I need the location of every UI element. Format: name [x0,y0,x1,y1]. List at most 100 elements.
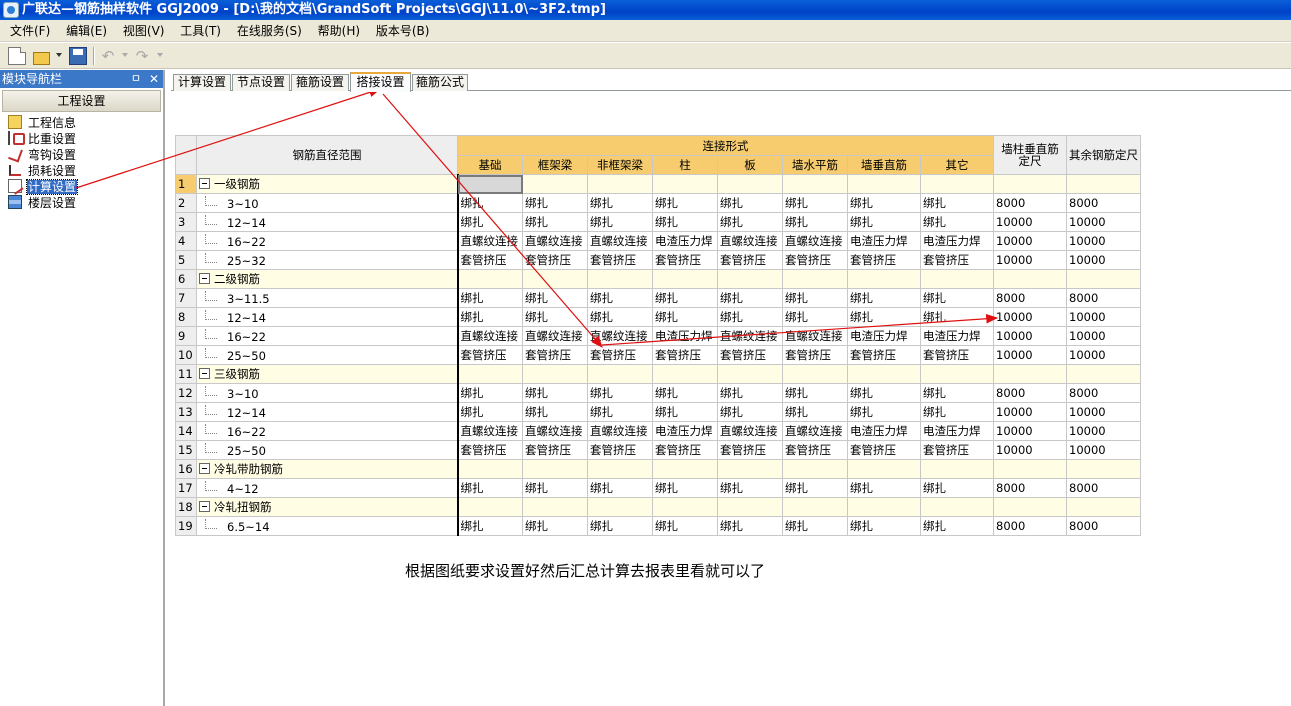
length-cell[interactable]: 10000 [1066,402,1141,422]
connection-cell[interactable]: 绑扎 [717,212,783,232]
connection-cell[interactable]: 套管挤压 [782,250,848,270]
length-cell[interactable]: 10000 [1066,345,1141,365]
rebar-grade-cell[interactable]: 三级钢筋 [196,364,458,384]
connection-cell[interactable]: 绑扎 [782,212,848,232]
connection-cell[interactable]: 绑扎 [652,402,718,422]
collapse-icon[interactable] [199,501,210,512]
save-icon[interactable] [69,47,87,65]
length-cell[interactable]: 10000 [993,307,1067,327]
menu-tools[interactable]: 工具(T) [174,20,227,42]
diameter-range-cell[interactable]: 3~10 [196,383,458,403]
connection-cell[interactable] [456,364,523,384]
connection-cell[interactable]: 直螺纹连接 [717,421,783,441]
length-cell[interactable] [1066,364,1141,384]
length-cell[interactable]: 10000 [1066,326,1141,346]
connection-cell[interactable]: 套管挤压 [920,345,994,365]
connection-cell[interactable]: 绑扎 [456,478,523,498]
diameter-range-cell[interactable]: 4~12 [196,478,458,498]
connection-cell[interactable]: 绑扎 [652,383,718,403]
diameter-range-cell[interactable]: 12~14 [196,402,458,422]
nav-item-calc-settings[interactable]: 计算设置 [0,179,163,195]
connection-cell[interactable]: 套管挤压 [456,440,523,460]
connection-cell[interactable]: 绑扎 [782,478,848,498]
length-cell[interactable]: 10000 [993,250,1067,270]
connection-cell[interactable]: 套管挤压 [847,250,921,270]
nav-item-weight[interactable]: 比重设置 [0,131,163,147]
connection-cell[interactable] [652,497,718,517]
connection-cell[interactable]: 绑扎 [920,288,994,308]
menu-file[interactable]: 文件(F) [4,20,56,42]
group-row[interactable]: 1 一级钢筋 [175,174,1141,194]
connection-cell[interactable]: 套管挤压 [717,345,783,365]
menu-view[interactable]: 视图(V) [117,20,171,42]
table-row[interactable]: 4 16~22 直螺纹连接 直螺纹连接 直螺纹连接 电渣压力焊 直螺纹连接 直螺纹连接 电渣压力… [175,231,1141,251]
length-cell[interactable]: 10000 [1066,307,1141,327]
connection-cell[interactable]: 直螺纹连接 [456,326,523,346]
table-row[interactable]: 13 12~14 绑扎 绑扎 绑扎 绑扎 绑扎 绑扎 绑扎 绑扎 10000 10000 [175,402,1141,422]
connection-cell[interactable] [587,269,653,289]
connection-cell[interactable] [587,459,653,479]
connection-cell[interactable]: 绑扎 [847,516,921,536]
connection-cell[interactable]: 绑扎 [717,478,783,498]
length-cell[interactable]: 8000 [993,193,1067,213]
connection-cell[interactable]: 绑扎 [717,402,783,422]
length-cell[interactable]: 8000 [1066,478,1141,498]
length-cell[interactable]: 10000 [993,231,1067,251]
connection-cell[interactable] [456,269,523,289]
connection-cell[interactable]: 直螺纹连接 [782,421,848,441]
length-cell[interactable]: 10000 [1066,212,1141,232]
length-cell[interactable]: 10000 [993,212,1067,232]
menu-edit[interactable]: 编辑(E) [60,20,113,42]
table-row[interactable]: 17 4~12 绑扎 绑扎 绑扎 绑扎 绑扎 绑扎 绑扎 绑扎 8000 8000 [175,478,1141,498]
connection-cell[interactable] [920,497,994,517]
menu-version[interactable]: 版本号(B) [370,20,436,42]
collapse-icon[interactable] [199,463,210,474]
connection-cell[interactable] [920,459,994,479]
connection-cell[interactable] [717,174,783,194]
connection-cell[interactable] [920,269,994,289]
connection-cell[interactable]: 绑扎 [456,383,523,403]
connection-cell[interactable]: 套管挤压 [782,440,848,460]
redo-dropdown-icon[interactable] [157,53,163,57]
connection-cell[interactable] [717,269,783,289]
connection-cell[interactable]: 电渣压力焊 [652,326,718,346]
connection-cell[interactable] [456,497,523,517]
length-cell[interactable]: 10000 [993,440,1067,460]
connection-cell[interactable]: 电渣压力焊 [652,421,718,441]
connection-cell[interactable]: 绑扎 [782,402,848,422]
connection-cell[interactable]: 绑扎 [847,402,921,422]
connection-cell[interactable] [522,269,588,289]
connection-cell[interactable]: 直螺纹连接 [782,326,848,346]
length-cell[interactable]: 10000 [993,345,1067,365]
length-cell[interactable]: 10000 [1066,231,1141,251]
connection-cell[interactable]: 直螺纹连接 [782,231,848,251]
length-cell[interactable]: 8000 [993,478,1067,498]
connection-cell[interactable] [522,174,588,194]
connection-cell[interactable]: 绑扎 [522,212,588,232]
connection-cell[interactable]: 绑扎 [456,516,523,536]
connection-cell[interactable]: 套管挤压 [522,440,588,460]
connection-cell[interactable]: 套管挤压 [652,440,718,460]
connection-cell[interactable]: 绑扎 [782,193,848,213]
connection-cell[interactable] [522,364,588,384]
connection-cell[interactable]: 绑扎 [847,383,921,403]
connection-cell[interactable] [652,459,718,479]
connection-cell[interactable] [782,364,848,384]
length-cell[interactable]: 8000 [993,383,1067,403]
undo-icon[interactable]: ↶ [99,47,117,65]
connection-cell[interactable]: 直螺纹连接 [587,231,653,251]
length-cell[interactable] [1066,174,1141,194]
menu-online-service[interactable]: 在线服务(S) [231,20,308,42]
connection-cell[interactable]: 绑扎 [847,193,921,213]
diameter-range-cell[interactable]: 16~22 [196,421,458,441]
diameter-range-cell[interactable]: 25~50 [196,440,458,460]
connection-cell[interactable]: 直螺纹连接 [717,231,783,251]
connection-cell[interactable]: 绑扎 [782,516,848,536]
connection-cell[interactable] [782,269,848,289]
diameter-range-cell[interactable]: 3~11.5 [196,288,458,308]
connection-cell[interactable]: 绑扎 [522,307,588,327]
collapse-icon[interactable] [199,273,210,284]
connection-cell[interactable] [652,364,718,384]
connection-cell[interactable]: 套管挤压 [587,250,653,270]
diameter-range-cell[interactable]: 25~32 [196,250,458,270]
